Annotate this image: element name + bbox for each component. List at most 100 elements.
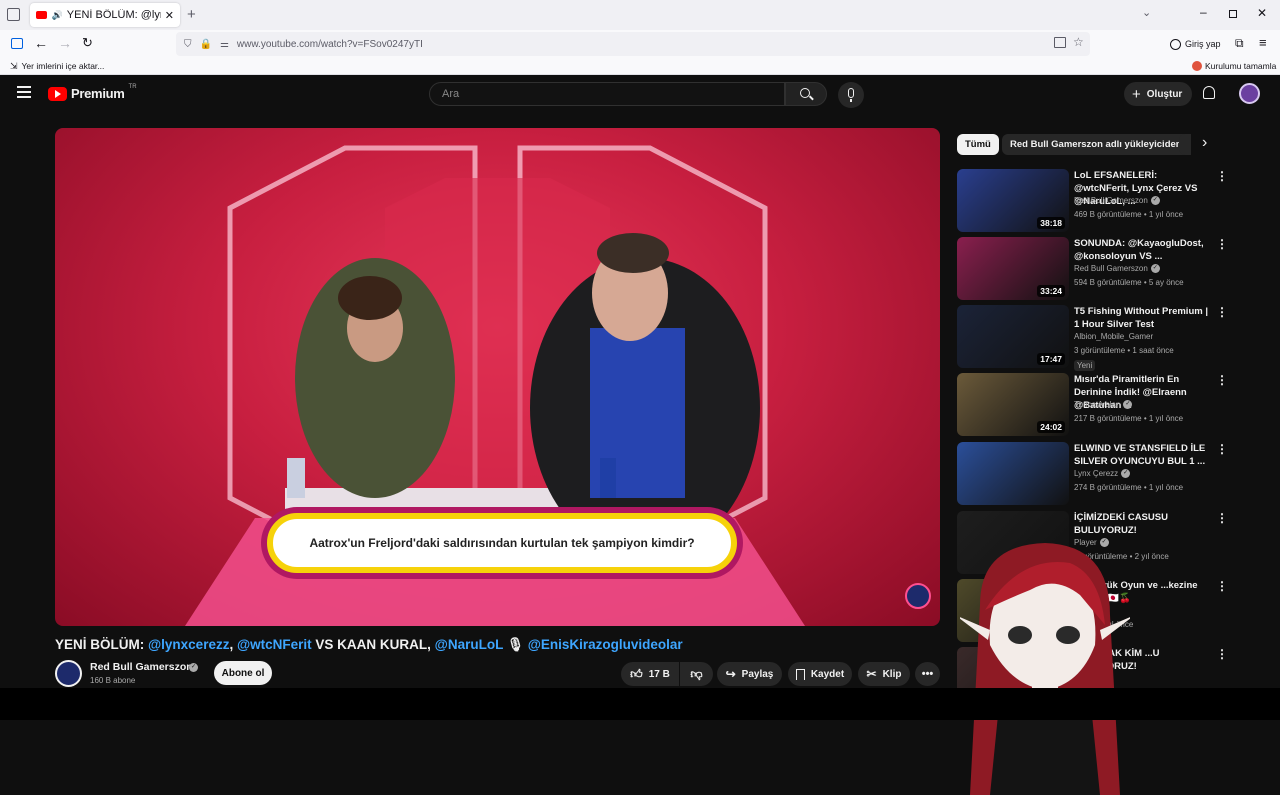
channel-avatar[interactable]: [55, 660, 82, 687]
dislike-button[interactable]: 👎︎: [680, 662, 713, 686]
signin-button[interactable]: Giriş yap: [1170, 34, 1226, 54]
search-input[interactable]: Ara: [429, 82, 785, 106]
voice-search-button[interactable]: [838, 82, 864, 108]
youtube-play-icon: [48, 86, 67, 101]
subscriber-count: 160 B abone: [90, 676, 136, 685]
back-icon[interactable]: ←: [34, 35, 48, 51]
extensions-icon[interactable]: ⧉: [1235, 36, 1244, 51]
browser-tab[interactable]: 🔊 YENİ BÖLÜM: @lynxcerezz, ✕: [30, 3, 180, 27]
forward-icon[interactable]: →: [58, 35, 72, 51]
more-vertical-icon[interactable]: ⋮: [1216, 647, 1228, 661]
title-prefix: YENİ BÖLÜM:: [55, 637, 148, 652]
more-vertical-icon[interactable]: ⋮: [1216, 305, 1228, 319]
reload-icon[interactable]: ↻: [82, 35, 93, 51]
mention-link[interactable]: @lynxcerezz: [148, 637, 229, 652]
channel-name: Tunca Arslan: [1074, 400, 1121, 409]
chip-partial[interactable]: [1179, 134, 1191, 155]
recommendation-item[interactable]: ELWIND VE STANSFIELD İLE SILVER OYUNCUYU…: [957, 442, 1228, 506]
maximize-icon[interactable]: [1229, 10, 1237, 18]
masthead: Premium TR Ara + Oluştur: [0, 75, 1280, 113]
clip-button[interactable]: ✂ Klip: [858, 662, 910, 686]
hamburger-menu-icon[interactable]: [17, 86, 31, 98]
mention-link[interactable]: @NaruLoL: [435, 637, 503, 652]
channel-name: Lynx Çerezz: [1074, 469, 1119, 478]
recommendation-title[interactable]: İÇİMİZDEKİ CASUSU BULUYORUZ!: [1074, 511, 1210, 537]
logo-country-badge: TR: [128, 83, 137, 90]
subscribe-button[interactable]: Abone ol: [214, 661, 272, 685]
recommendation-title[interactable]: SONUNDA: @KayaogluDost, @konsoloyun VS .…: [1074, 237, 1210, 263]
video-thumbnail[interactable]: 33:24: [957, 237, 1069, 300]
url-text[interactable]: www.youtube.com/watch?v=FSov0247yTI: [237, 39, 423, 50]
url-bar[interactable]: ⛉ 🔒 ⚌ www.youtube.com/watch?v=FSov0247yT…: [176, 32, 1090, 56]
more-vertical-icon[interactable]: ⋮: [1216, 511, 1228, 525]
more-vertical-icon[interactable]: ⋮: [1216, 169, 1228, 183]
video-thumbnail[interactable]: 38:18: [957, 169, 1069, 232]
recommendation-item[interactable]: 24:02 Mısır'da Piramitlerin En Derinine İ…: [957, 373, 1228, 437]
save-button[interactable]: Kaydet: [788, 662, 852, 686]
verified-icon: ✓: [1121, 469, 1131, 478]
quiz-question-text: Aatrox'un Freljord'daki saldırısından ku…: [309, 536, 695, 550]
youtube-logo[interactable]: Premium TR: [48, 83, 137, 101]
video-thumbnail[interactable]: 24:02: [957, 373, 1069, 436]
close-tab-icon[interactable]: ✕: [165, 9, 174, 22]
signin-label: Giriş yap: [1185, 39, 1221, 49]
video-thumbnail[interactable]: [957, 442, 1069, 505]
share-label: Paylaş: [741, 668, 774, 680]
chip-label: Red Bull Gamerszon adlı yükleyiciden: [1010, 139, 1182, 150]
recommendation-item[interactable]: 33:24 SONUNDA: @KayaogluDost, @konsoloyun…: [957, 237, 1228, 301]
menu-icon[interactable]: ≡: [1259, 35, 1267, 50]
more-vertical-icon[interactable]: ⋮: [1216, 442, 1228, 456]
tab-overflow-chevron-icon[interactable]: ⌄: [1142, 6, 1151, 19]
recommendation-title[interactable]: T5 Fishing Without Premium | 1 Hour Silv…: [1074, 305, 1210, 331]
bookmark-star-icon[interactable]: ☆: [1073, 35, 1084, 49]
channel-name: Albion_Mobile_Gamer: [1074, 332, 1154, 341]
recommendation-channel[interactable]: Red Bull Gamerszon ✓: [1074, 264, 1160, 273]
more-actions-button[interactable]: •••: [915, 662, 940, 686]
recommendation-item[interactable]: 38:18 LoL EFSANELERİ: @wtcNFerit, Lynx Çe…: [957, 169, 1228, 233]
sidebar-toggle-icon[interactable]: [11, 38, 23, 49]
browser-tab-bar: 🔊 YENİ BÖLÜM: @lynxcerezz, ✕ + ⌄ – ✕: [0, 0, 1280, 30]
recommendation-channel[interactable]: Lynx Çerezz ✓: [1074, 469, 1131, 478]
reader-mode-icon[interactable]: [1054, 37, 1066, 48]
mention-link[interactable]: @EnisKirazogluvideolar: [528, 637, 683, 652]
video-thumbnail[interactable]: 17:47: [957, 305, 1069, 368]
title-separator: ,: [229, 637, 237, 652]
recommendation-item[interactable]: 17:47 T5 Fishing Without Premium | 1 Hour…: [957, 305, 1228, 371]
search-placeholder: Ara: [442, 88, 460, 100]
channel-name[interactable]: Red Bull Gamerszon: [90, 661, 193, 673]
video-player[interactable]: Aatrox'un Freljord'daki saldırısından ku…: [55, 128, 940, 626]
create-button[interactable]: + Oluştur: [1124, 82, 1192, 106]
new-tab-icon[interactable]: +: [187, 6, 196, 23]
channel-name: Red Bull Gamerszon: [1074, 264, 1148, 273]
more-vertical-icon[interactable]: ⋮: [1216, 373, 1228, 387]
search-button[interactable]: [785, 82, 827, 106]
avatar[interactable]: [1239, 83, 1260, 104]
more-vertical-icon[interactable]: ⋮: [1216, 237, 1228, 251]
notifications-bell-icon[interactable]: [1203, 86, 1215, 99]
title-middle: VS KAAN KURAL,: [311, 637, 435, 652]
import-bookmarks-link[interactable]: Yer imlerini içe aktar...: [22, 61, 105, 71]
bookmarks-bar: ⇲ Yer imlerini içe aktar... Kurulumu tam…: [0, 58, 1280, 75]
recommendation-meta: 217 B görüntüleme • 1 yıl önce: [1074, 414, 1184, 423]
chevron-right-icon[interactable]: ›: [1202, 134, 1207, 152]
finish-setup-link[interactable]: Kurulumu tamamla: [1205, 61, 1276, 71]
mention-link[interactable]: @wtcNFerit: [237, 637, 312, 652]
share-button[interactable]: ↪ Paylaş: [717, 662, 782, 686]
recommendation-channel[interactable]: Albion_Mobile_Gamer: [1074, 332, 1153, 341]
close-window-icon[interactable]: ✕: [1257, 6, 1267, 20]
permissions-icon[interactable]: ⚌: [220, 39, 229, 50]
chip-from-uploader[interactable]: Red Bull Gamerszon adlı yükleyiciden: [1002, 134, 1190, 155]
lock-icon[interactable]: 🔒: [200, 39, 212, 50]
chip-all[interactable]: Tümü: [957, 134, 999, 155]
recommendation-channel[interactable]: Red Bull Gamerszon ✓: [1074, 196, 1160, 205]
like-button[interactable]: 👍︎ 17 B: [621, 662, 679, 686]
recommendation-channel[interactable]: Tunca Arslan ✓: [1074, 400, 1133, 409]
shield-icon[interactable]: ⛉: [184, 39, 192, 50]
taskbar-strip: [0, 688, 1280, 720]
firefox-icon: [1192, 61, 1202, 71]
tab-list-icon[interactable]: [7, 8, 20, 21]
more-vertical-icon[interactable]: ⋮: [1216, 579, 1228, 593]
recommendation-title[interactable]: ELWIND VE STANSFIELD İLE SILVER OYUNCUYU…: [1074, 442, 1210, 468]
minimize-icon[interactable]: –: [1200, 5, 1207, 19]
speaker-icon[interactable]: 🔊: [52, 10, 63, 21]
